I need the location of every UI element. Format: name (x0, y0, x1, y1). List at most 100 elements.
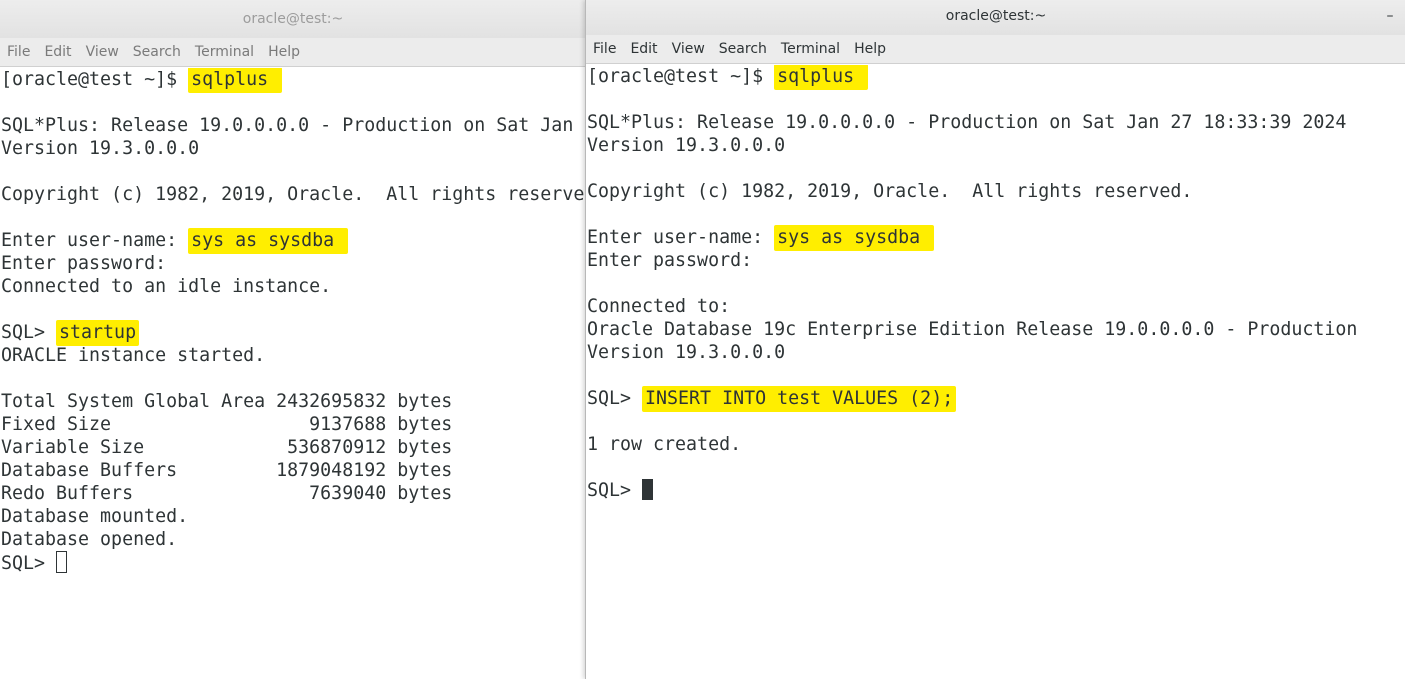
menu-file-right[interactable]: File (586, 41, 623, 57)
menu-edit-right[interactable]: Edit (623, 41, 664, 57)
terminal-line: Variable Size 536870912 bytes (1, 436, 586, 459)
terminal-line-text: Database opened. (1, 529, 178, 550)
terminal-line: Database mounted. (1, 505, 586, 528)
menu-search-right[interactable]: Search (712, 41, 774, 57)
terminal-line-text: Copyright (c) 1982, 2019, Oracle. All ri… (1, 184, 586, 205)
menubar-right: File Edit View Search Terminal Help (586, 35, 1405, 64)
terminal-line: SQL> startup (1, 320, 586, 346)
terminal-line-text: Redo Buffers 7639040 bytes (1, 483, 453, 504)
terminal-line: Enter user-name: sys as sysdba (1, 228, 586, 254)
terminal-line-text: Database Buffers 1879048192 bytes (1, 460, 453, 481)
terminal-line: [oracle@test ~]$ sqlplus (587, 65, 1405, 90)
terminal-line-text: Total System Global Area 2432695832 byte… (1, 391, 453, 412)
menubar-left: File Edit View Search Terminal Help (0, 38, 586, 67)
terminal-line-text: Oracle Database 19c Enterprise Edition R… (587, 319, 1358, 340)
terminal-line-text: Enter password: (1, 253, 167, 274)
terminal-window-right[interactable]: oracle@test:~ – File Edit View Search Te… (585, 0, 1405, 679)
highlighted-command: startup (56, 320, 140, 346)
menu-view-left[interactable]: View (79, 44, 126, 60)
window-title-right: oracle@test:~ (945, 8, 1047, 24)
terminal-prompt: [oracle@test ~]$ (1, 69, 189, 90)
menu-help-right[interactable]: Help (847, 41, 893, 57)
terminal-line: SQL*Plus: Release 19.0.0.0.0 - Productio… (1, 114, 586, 137)
terminal-line: Redo Buffers 7639040 bytes (1, 482, 586, 505)
terminal-line: Copyright (c) 1982, 2019, Oracle. All ri… (587, 180, 1405, 203)
highlighted-command: sys as sysdba (188, 228, 349, 254)
text-cursor (642, 479, 654, 500)
highlighted-command: sqlplus (774, 65, 869, 90)
terminal-line-text: ORACLE instance started. (1, 345, 266, 366)
terminal-line: Database opened. (1, 528, 586, 551)
text-cursor (56, 551, 68, 573)
terminal-prompt: SQL> (1, 553, 57, 574)
terminal-line-text: Variable Size 536870912 bytes (1, 437, 453, 458)
terminal-line: Enter password: (587, 249, 1405, 272)
terminal-line: SQL> INSERT INTO test VALUES (2); (587, 386, 1405, 412)
terminal-line-text: Fixed Size 9137688 bytes (1, 414, 453, 435)
terminal-line-text: Database mounted. (1, 506, 189, 527)
window-title-left: oracle@test:~ (242, 11, 344, 27)
menu-help-left[interactable]: Help (261, 44, 307, 60)
terminal-line-text: Copyright (c) 1982, 2019, Oracle. All ri… (587, 181, 1193, 202)
menu-edit-left[interactable]: Edit (37, 44, 78, 60)
terminal-line: Version 19.3.0.0.0 (587, 134, 1405, 157)
terminal-line: Fixed Size 9137688 bytes (1, 413, 586, 436)
terminal-line-text: SQL*Plus: Release 19.0.0.0.0 - Productio… (1, 115, 586, 136)
terminal-prompt: Enter user-name: (1, 230, 189, 251)
terminal-line-text: SQL*Plus: Release 19.0.0.0.0 - Productio… (587, 112, 1347, 133)
terminal-line: [oracle@test ~]$ sqlplus (1, 68, 586, 93)
menu-terminal-right[interactable]: Terminal (774, 41, 847, 57)
menu-view-right[interactable]: View (665, 41, 712, 57)
terminal-output-right[interactable]: [oracle@test ~]$ sqlplus SQL*Plus: Relea… (587, 65, 1405, 679)
terminal-line-text: Enter password: (587, 250, 753, 271)
terminal-window-left[interactable]: oracle@test:~ File Edit View Search Term… (0, 0, 586, 679)
window-titlebar-right[interactable]: oracle@test:~ – (586, 0, 1405, 35)
terminal-line: Copyright (c) 1982, 2019, Oracle. All ri… (1, 183, 586, 206)
terminal-prompt: [oracle@test ~]$ (587, 66, 775, 87)
menu-file-left[interactable]: File (0, 44, 37, 60)
window-titlebar-left[interactable]: oracle@test:~ (0, 0, 586, 38)
terminal-line-text: Connected to: (587, 296, 731, 317)
terminal-line-text: Version 19.3.0.0.0 (587, 342, 786, 363)
terminal-line: Version 19.3.0.0.0 (1, 137, 586, 160)
menu-search-left[interactable]: Search (126, 44, 188, 60)
terminal-line-text: Version 19.3.0.0.0 (587, 135, 786, 156)
terminal-line: Total System Global Area 2432695832 byte… (1, 390, 586, 413)
terminal-line: Connected to: (587, 295, 1405, 318)
highlighted-command: INSERT INTO test VALUES (2); (642, 386, 957, 412)
terminal-prompt: Enter user-name: (587, 227, 775, 248)
terminal-line: Connected to an idle instance. (1, 275, 586, 298)
terminal-line: SQL*Plus: Release 19.0.0.0.0 - Productio… (587, 111, 1405, 134)
terminal-line: Database Buffers 1879048192 bytes (1, 459, 586, 482)
terminal-line: Enter password: (1, 252, 586, 275)
minimize-icon[interactable]: – (1382, 0, 1398, 33)
terminal-prompt: SQL> (587, 388, 643, 409)
terminal-line-text: Connected to an idle instance. (1, 276, 332, 297)
terminal-line: SQL> (587, 479, 1405, 502)
terminal-line: Enter user-name: sys as sysdba (587, 225, 1405, 251)
menu-terminal-left[interactable]: Terminal (188, 44, 261, 60)
terminal-prompt: SQL> (587, 480, 643, 501)
terminal-line: ORACLE instance started. (1, 344, 586, 367)
terminal-line-text: Version 19.3.0.0.0 (1, 138, 200, 159)
terminal-output-left[interactable]: [oracle@test ~]$ sqlplus SQL*Plus: Relea… (1, 68, 586, 679)
terminal-line-text: 1 row created. (587, 434, 742, 455)
highlighted-command: sqlplus (188, 68, 283, 93)
terminal-prompt: SQL> (1, 322, 57, 343)
highlighted-command: sys as sysdba (774, 225, 935, 251)
terminal-line: 1 row created. (587, 433, 1405, 456)
terminal-line: Oracle Database 19c Enterprise Edition R… (587, 318, 1405, 341)
terminal-line: Version 19.3.0.0.0 (587, 341, 1405, 364)
terminal-line: SQL> (1, 551, 586, 574)
